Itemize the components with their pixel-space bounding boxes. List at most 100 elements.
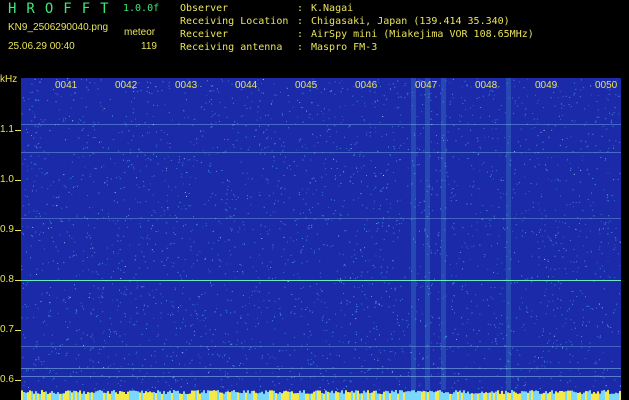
spectrogram-speckle (373, 208, 375, 210)
spectrogram-speckle (545, 215, 547, 217)
spectrogram-speckle (286, 167, 288, 169)
spectrogram-speckle (267, 179, 269, 181)
spectrogram-speckle (399, 300, 401, 302)
spectrogram-speckle (194, 118, 196, 120)
carrier-line (21, 346, 621, 347)
spectrogram-speckle (321, 290, 323, 292)
spectrogram-speckle (385, 134, 387, 136)
spectrogram-speckle (317, 113, 318, 115)
spectrogram-speckle (315, 180, 317, 182)
spectrogram-speckle (166, 259, 168, 261)
spectrogram-speckle (547, 276, 549, 278)
bottom-strip-cell (253, 390, 255, 400)
spectrogram-speckle (282, 114, 283, 116)
spectrogram-speckle (270, 267, 272, 268)
spectrogram-speckle (466, 322, 468, 324)
spectrogram[interactable] (21, 78, 621, 400)
spectrogram-speckle (66, 231, 68, 233)
bottom-strip-cell (73, 390, 75, 400)
spectrogram-speckle (72, 175, 74, 177)
spectrogram-speckle (224, 342, 226, 344)
spectrogram-speckle (211, 85, 213, 87)
spectrogram-speckle (323, 108, 325, 110)
spectrogram-speckle (103, 367, 105, 368)
spectrogram-speckle (33, 348, 35, 350)
spectrogram-speckle (398, 147, 400, 149)
spectrogram-speckle (166, 200, 168, 202)
spectrogram-speckle (215, 329, 216, 331)
spectrogram-speckle (333, 213, 335, 215)
spectrogram-speckle (285, 156, 286, 158)
spectrogram-speckle (358, 357, 360, 359)
spectrogram-speckle (90, 313, 92, 315)
spectrogram-speckle (272, 211, 274, 213)
spectrogram-speckle (47, 262, 49, 264)
spectrogram-speckle (573, 82, 575, 84)
spectrogram-speckle (557, 97, 559, 99)
spectrogram-speckle (611, 361, 613, 362)
spectrogram-speckle (304, 155, 306, 157)
bottom-strip-cell (375, 390, 377, 400)
spectrogram-speckle (125, 91, 127, 93)
spectrogram-speckle (259, 125, 260, 127)
spectrogram-speckle (43, 320, 45, 322)
spectrogram-speckle (283, 272, 285, 273)
bottom-strip-cell (605, 391, 607, 400)
spectrogram-speckle (396, 378, 398, 379)
spectrogram-speckle (348, 149, 350, 151)
spectrogram-speckle (116, 201, 118, 203)
spectrogram-speckle (84, 348, 86, 350)
spectrogram-speckle (286, 121, 287, 122)
spectrogram-speckle (120, 277, 122, 279)
spectrogram-speckle (538, 264, 540, 266)
spectrogram-speckle (73, 99, 75, 101)
spectrogram-speckle (486, 299, 488, 301)
spectrogram-speckle (382, 276, 384, 278)
spectrogram-speckle (433, 333, 435, 335)
spectrogram-speckle (548, 136, 550, 138)
spectrogram-speckle (181, 173, 183, 175)
spectrogram-speckle (128, 215, 130, 216)
spectrogram-speckle (588, 173, 590, 175)
spectrogram-speckle (127, 166, 129, 168)
spectrogram-speckle (124, 313, 126, 315)
spectrogram-speckle (124, 122, 126, 124)
spectrogram-speckle (281, 187, 283, 188)
spectrogram-speckle (573, 249, 575, 250)
spectrogram-speckle (26, 196, 28, 197)
spectrogram-speckle (153, 175, 155, 177)
spectrogram-speckle (420, 320, 422, 322)
spectrogram-speckle (331, 199, 332, 201)
spectrogram-speckle (192, 229, 194, 231)
spectrogram-speckle (473, 330, 475, 331)
bottom-strip-cell (449, 393, 451, 400)
spectrogram-speckle (196, 260, 198, 261)
spectrogram-speckle (190, 141, 192, 143)
spectrogram-speckle (55, 348, 57, 350)
spectrogram-speckle (226, 199, 228, 201)
spectrogram-speckle (109, 317, 111, 319)
spectrogram-speckle (569, 240, 571, 241)
spectrogram-speckle (34, 163, 36, 165)
spectrogram-speckle (567, 310, 569, 312)
spectrogram-speckle (167, 207, 169, 209)
spectrogram-speckle (605, 314, 607, 316)
spectrogram-speckle (501, 287, 503, 289)
bottom-strip-cell (411, 390, 413, 400)
bottom-strip-cell (175, 391, 177, 400)
spectrogram-speckle (607, 194, 609, 196)
spectrogram-speckle (40, 361, 42, 363)
spectrogram-speckle (26, 370, 28, 372)
spectrogram-speckle (117, 383, 119, 384)
spectrogram-speckle (50, 222, 51, 223)
spectrogram-speckle (191, 359, 193, 361)
bottom-strip-cell (139, 392, 141, 400)
spectrogram-speckle (503, 227, 504, 229)
spectrogram-speckle (343, 380, 345, 382)
spectrogram-speckle (494, 119, 496, 121)
spectrogram-speckle (457, 380, 459, 382)
spectrogram-speckle (181, 322, 183, 323)
spectrogram-speckle (483, 162, 485, 164)
spectrogram-speckle (374, 266, 376, 268)
spectrogram-speckle (569, 361, 571, 363)
